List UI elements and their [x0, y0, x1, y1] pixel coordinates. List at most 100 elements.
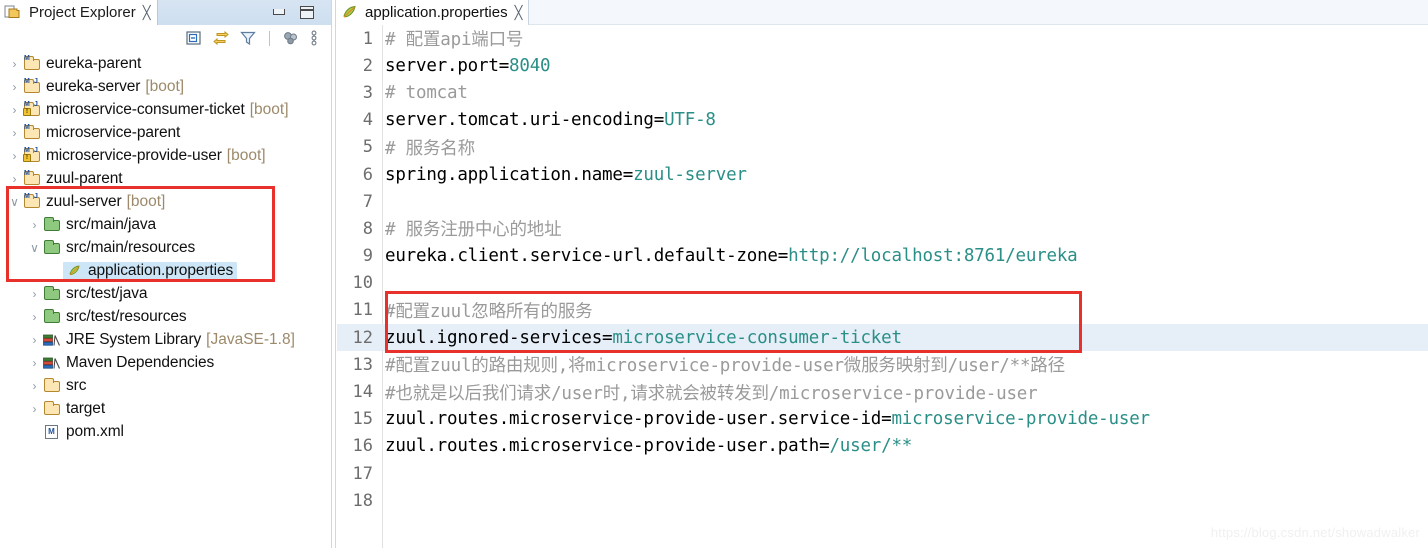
chevron-right-icon[interactable]: › — [6, 150, 23, 162]
link-with-editor-icon[interactable] — [212, 29, 230, 47]
source-folder-icon — [43, 239, 62, 256]
code-line[interactable]: 10 — [337, 270, 1428, 297]
source-folder-icon — [43, 308, 62, 325]
tab-project-explorer[interactable]: Project Explorer ╳ — [0, 0, 158, 25]
tree-item-jre-system-library[interactable]: › JRE System Library [JavaSE-1.8] — [0, 328, 331, 351]
code-line[interactable]: 12 zuul.ignored-services=microservice-con… — [337, 324, 1428, 352]
tree-item-zuul-parent[interactable]: › Mzuul-parent — [0, 167, 331, 190]
minimize-icon[interactable] — [272, 6, 286, 19]
code-line[interactable]: 18 — [337, 487, 1428, 514]
code-line[interactable]: 1 # 配置api端口号 — [337, 25, 1428, 52]
tree-item-src[interactable]: › src — [0, 374, 331, 397]
code-line[interactable]: 9 eureka.client.service-url.default-zone=… — [337, 243, 1428, 270]
code-line[interactable]: 15 zuul.routes.microservice-provide-user.… — [337, 406, 1428, 433]
close-icon[interactable]: ╳ — [515, 6, 523, 19]
chevron-right-icon[interactable]: › — [26, 311, 43, 323]
line-content: # 服务名称 — [377, 135, 475, 160]
tree-item-content[interactable]: M Jeureka-server [boot] — [23, 78, 184, 96]
key-token: zuul.routes.microservice-provide-user.se… — [385, 409, 892, 430]
chevron-right-icon[interactable]: › — [26, 334, 43, 346]
close-icon[interactable]: ╳ — [143, 6, 151, 19]
tree-item-src-test-resources[interactable]: › src/test/resources — [0, 305, 331, 328]
tree-item-content[interactable]: Mzuul-parent — [23, 169, 123, 188]
tree-item-content[interactable]: M Jzuul-server [boot] — [23, 193, 165, 211]
code-line[interactable]: 11 #配置zuul忽略所有的服务 — [337, 297, 1428, 324]
tree-item-content[interactable]: Mmicroservice-parent — [23, 124, 180, 142]
project-tree[interactable]: › Meureka-parent › M Jeureka-server [boot] › M J… — [0, 51, 331, 548]
chevron-down-icon[interactable]: ∨ — [26, 242, 43, 254]
chevron-right-icon[interactable]: › — [26, 288, 43, 300]
tree-item-label: JRE System Library — [66, 330, 202, 348]
tree-item-suffix: [boot] — [145, 77, 185, 95]
tree-item-microservice-provide-user[interactable]: › M J! microservice-provide-user [boot] — [0, 144, 331, 167]
tree-item-src-test-java[interactable]: › src/test/java — [0, 282, 331, 305]
maximize-icon[interactable] — [300, 6, 314, 19]
chevron-right-icon[interactable]: › — [6, 81, 23, 93]
tree-item-src-main-java[interactable]: › src/main/java — [0, 213, 331, 236]
tree-item-content[interactable]: JRE System Library [JavaSE-1.8] — [43, 331, 295, 349]
tree-item-content[interactable]: M J! microservice-provide-user [boot] — [23, 147, 266, 165]
code-line[interactable]: 13 #配置zuul的路由规则,将microservice-provide-use… — [337, 351, 1428, 378]
code-line[interactable]: 8 # 服务注册中心的地址 — [337, 215, 1428, 242]
view-menu-icon[interactable] — [282, 29, 300, 47]
line-number: 11 — [352, 300, 373, 321]
tree-item-content[interactable]: Maven Dependencies — [43, 354, 214, 372]
tree-item-label: zuul-parent — [46, 169, 123, 187]
tree-item-microservice-parent[interactable]: › Mmicroservice-parent — [0, 121, 331, 144]
code-line[interactable]: 17 — [337, 460, 1428, 487]
code-line[interactable]: 14 #也就是以后我们请求/user时,请求就会被转发到/microservice… — [337, 378, 1428, 405]
chevron-right-icon[interactable]: › — [6, 104, 23, 116]
tree-item-zuul-server[interactable]: ∨ M Jzuul-server [boot] — [0, 190, 331, 213]
tree-item-eureka-server[interactable]: › M Jeureka-server [boot] — [0, 75, 331, 98]
tab-application-properties[interactable]: application.properties ╳ — [337, 0, 530, 25]
tree-item-content[interactable]: src/test/java — [43, 285, 148, 303]
tree-item-content[interactable]: Meureka-parent — [23, 55, 141, 73]
code-line[interactable]: 3 # tomcat — [337, 79, 1428, 106]
code-editor[interactable]: 1 # 配置api端口号 2 server.port=8040 3 # tomcat 4 se… — [337, 25, 1428, 548]
code-line[interactable]: 7 — [337, 188, 1428, 215]
chevron-right-icon[interactable]: › — [26, 357, 43, 369]
chevron-right-icon[interactable]: › — [26, 403, 43, 415]
chevron-right-icon[interactable]: › — [6, 58, 23, 70]
tree-item-target[interactable]: › target — [0, 397, 331, 420]
tab-label: Project Explorer — [29, 4, 136, 21]
tree-item-label: microservice-consumer-ticket — [46, 100, 245, 118]
chevron-down-icon[interactable]: ∨ — [6, 196, 23, 208]
key-token: server.tomcat.uri-encoding= — [385, 110, 665, 131]
tree-item-content[interactable]: target — [43, 400, 105, 418]
code-line[interactable]: 6 spring.application.name=zuul-server — [337, 161, 1428, 188]
tree-item-pom-xml[interactable]: Mpom.xml — [0, 420, 331, 443]
key-token: server.port= — [385, 55, 510, 76]
value-token: microservice-consumer-ticket — [612, 327, 902, 348]
tree-item-microservice-consumer-ticket[interactable]: › M J! microservice-consumer-ticket [boot] — [0, 98, 331, 121]
tree-item-content[interactable]: M J! microservice-consumer-ticket [boot] — [23, 101, 289, 119]
tree-item-content[interactable]: src — [43, 377, 86, 395]
tree-item-content[interactable]: src/main/java — [43, 216, 156, 234]
panel-splitter[interactable] — [331, 0, 336, 548]
tree-item-content[interactable]: Mpom.xml — [43, 423, 124, 441]
comment-token: #配置zuul的路由规则,将microservice-provide-user微… — [385, 356, 1065, 377]
xml-file-icon: M — [43, 423, 62, 440]
code-line[interactable]: 16 zuul.routes.microservice-provide-user.… — [337, 433, 1428, 460]
tree-item-selected[interactable]: application.properties — [63, 261, 238, 280]
tree-item-content[interactable]: src/test/resources — [43, 308, 187, 326]
chevron-right-icon[interactable]: › — [6, 173, 23, 185]
tree-item-maven-dependencies[interactable]: › Maven Dependencies — [0, 351, 331, 374]
code-line[interactable]: 5 # 服务名称 — [337, 134, 1428, 161]
chevron-right-icon[interactable]: › — [26, 380, 43, 392]
tree-item-content[interactable]: src/main/resources — [43, 239, 195, 257]
watermark: https://blog.csdn.net/showadwalker — [1210, 525, 1420, 540]
tree-item-src-main-resources[interactable]: ∨ src/main/resources — [0, 236, 331, 259]
chevron-right-icon[interactable]: › — [26, 219, 43, 231]
tree-item-eureka-parent[interactable]: › Meureka-parent — [0, 52, 331, 75]
tree-item-application-properties[interactable]: application.properties — [0, 259, 331, 282]
collapse-all-icon[interactable] — [185, 29, 203, 47]
chevron-right-icon[interactable]: › — [6, 127, 23, 139]
code-line[interactable]: 4 server.tomcat.uri-encoding=UTF-8 — [337, 107, 1428, 134]
code-lines[interactable]: 1 # 配置api端口号 2 server.port=8040 3 # tomcat 4 se… — [337, 25, 1428, 514]
filter-icon[interactable] — [239, 29, 257, 47]
overflow-menu-icon[interactable] — [309, 29, 319, 47]
code-line[interactable]: 2 server.port=8040 — [337, 52, 1428, 79]
line-content: # tomcat — [377, 83, 468, 103]
value-token: UTF-8 — [664, 110, 716, 131]
